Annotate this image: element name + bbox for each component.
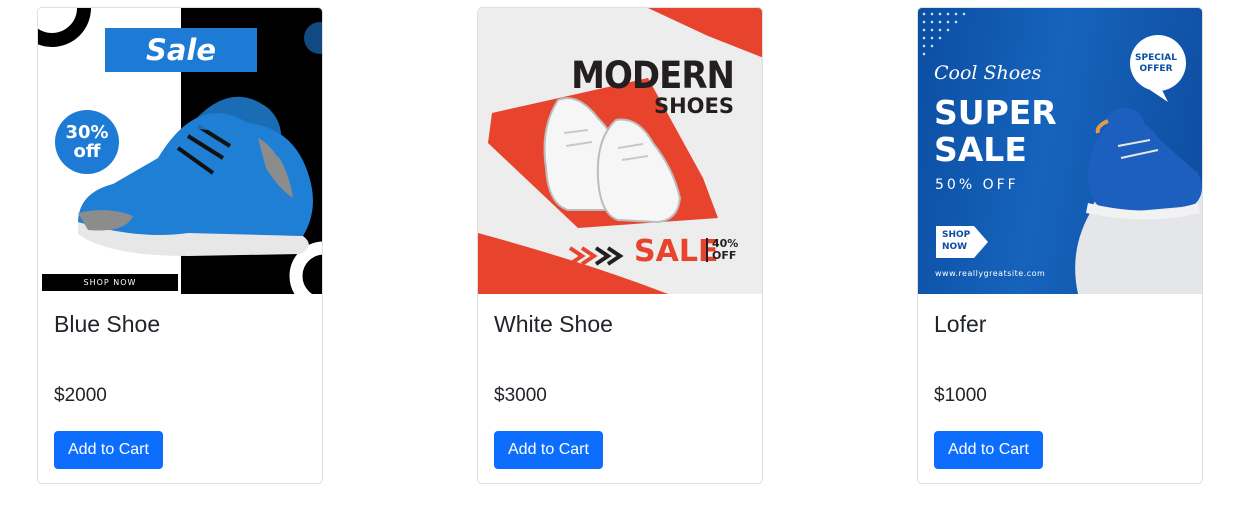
banner-subheadline: SHOES (653, 94, 734, 118)
banner-website-text: www.reallygreatsite.com (935, 269, 1046, 278)
special-offer-badge: SPECIAL OFFER (1135, 53, 1177, 74)
product-price: $3000 (494, 385, 547, 406)
product-price: $2000 (54, 385, 107, 406)
banner-headline: Sale (145, 33, 217, 67)
product-image-banner: Sale 30% off SHOP NOW (38, 8, 322, 294)
banner-discount-text: 40% OFF (706, 238, 742, 262)
shop-now-bar: SHOP NOW (42, 274, 178, 291)
sale-ribbon: Sale (105, 28, 257, 72)
discount-badge: 30% off (55, 110, 119, 174)
blue-loafer-icon (1086, 107, 1202, 220)
blue-sneaker-icon (78, 96, 313, 256)
shop-now-text: SHOP NOW (83, 278, 137, 287)
product-card: Cool Shoes SUPER SALE 50% OFF SHOP NOW w… (917, 7, 1203, 484)
product-title: Lofer (934, 311, 987, 337)
product-price: $1000 (934, 385, 987, 406)
product-image-banner: MODERN SHOES SALE 40% OFF (478, 8, 762, 294)
add-to-cart-button[interactable]: Add to Cart (54, 431, 163, 469)
banner-shop-now-text: SHOP NOW (942, 230, 971, 252)
product-title: Blue Shoe (54, 311, 161, 337)
add-to-cart-button[interactable]: Add to Cart (934, 431, 1043, 469)
product-card: Sale 30% off SHOP NOW Blue Shoe $2000 Ad… (37, 7, 323, 484)
banner-headline: SUPER SALE (934, 93, 1057, 169)
banner-script-text: Cool Shoes (934, 62, 1042, 84)
add-to-cart-button[interactable]: Add to Cart (494, 431, 603, 469)
product-image-banner: Cool Shoes SUPER SALE 50% OFF SHOP NOW w… (918, 8, 1202, 294)
product-card: MODERN SHOES SALE 40% OFF White Shoe $30… (477, 7, 763, 484)
banner-headline: MODERN (571, 54, 735, 98)
banner-discount-text: 50% OFF (935, 177, 1019, 193)
product-title: White Shoe (494, 311, 613, 337)
discount-badge-text: 30% off (65, 122, 109, 162)
